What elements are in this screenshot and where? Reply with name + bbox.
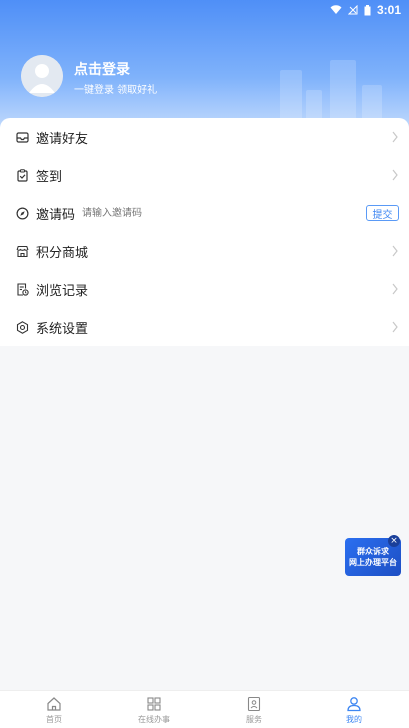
default-avatar-icon [21,55,63,97]
submit-button[interactable]: 提交 [366,205,399,221]
invite-code-input[interactable] [82,205,282,221]
bottom-tab-bar: 首页 在线办事 服务 我的 [0,690,409,728]
status-time: 3:01 [376,3,401,17]
menu-item-label: 签到 [36,169,63,185]
bookmark-icon [247,696,261,712]
login-title[interactable]: 点击登录 [74,59,130,79]
tab-label: 服务 [246,715,262,724]
menu-item-invite-friends[interactable]: 邀请好友 [0,118,409,156]
store-icon [16,245,29,257]
close-icon[interactable]: × [388,535,400,547]
banner-line-1: 群众诉求 [357,547,389,556]
tab-label: 我的 [346,715,362,724]
menu-item-browse-history[interactable]: 浏览记录 [0,270,409,308]
tab-home[interactable]: 首页 [4,691,104,728]
user-icon [347,697,361,712]
avatar[interactable] [21,55,63,97]
login-subtitle: 一键登录 领取好礼 [74,85,158,96]
compass-icon [16,206,29,220]
banner-line-2: 网上办理平台 [349,558,397,567]
menu-item-label: 邀请码 [36,207,76,223]
chevron-right-icon [392,169,398,181]
gear-icon [16,320,29,334]
menu-item-label: 积分商城 [36,245,89,261]
menu-card: 邀请好友 签到 邀请码 提交 积分商城 [0,118,409,346]
battery-icon [364,4,371,15]
tab-label: 首页 [46,715,62,724]
wifi-icon [330,5,342,14]
tab-online-services[interactable]: 在线办事 [104,691,204,728]
clipboard-check-icon [17,168,28,182]
menu-item-label: 邀请好友 [36,131,89,147]
chevron-right-icon [392,283,398,295]
tab-mine[interactable]: 我的 [304,691,404,728]
home-icon [47,697,61,711]
chevron-right-icon [392,245,398,257]
history-doc-icon [17,282,29,296]
menu-item-points-mall[interactable]: 积分商城 [0,232,409,270]
signal-icon [347,5,358,15]
menu-item-system-settings[interactable]: 系统设置 [0,308,409,346]
menu-item-label: 浏览记录 [36,283,89,299]
status-bar: 3:01 [0,0,409,20]
menu-item-label: 系统设置 [36,321,89,337]
tab-label: 在线办事 [138,715,170,724]
menu-item-checkin[interactable]: 签到 [0,156,409,194]
grid-icon [147,697,161,711]
menu-item-invite-code: 邀请码 提交 [0,194,409,232]
inbox-icon [16,131,29,143]
chevron-right-icon [392,321,398,333]
chevron-right-icon [392,131,398,143]
tab-service[interactable]: 服务 [204,691,304,728]
